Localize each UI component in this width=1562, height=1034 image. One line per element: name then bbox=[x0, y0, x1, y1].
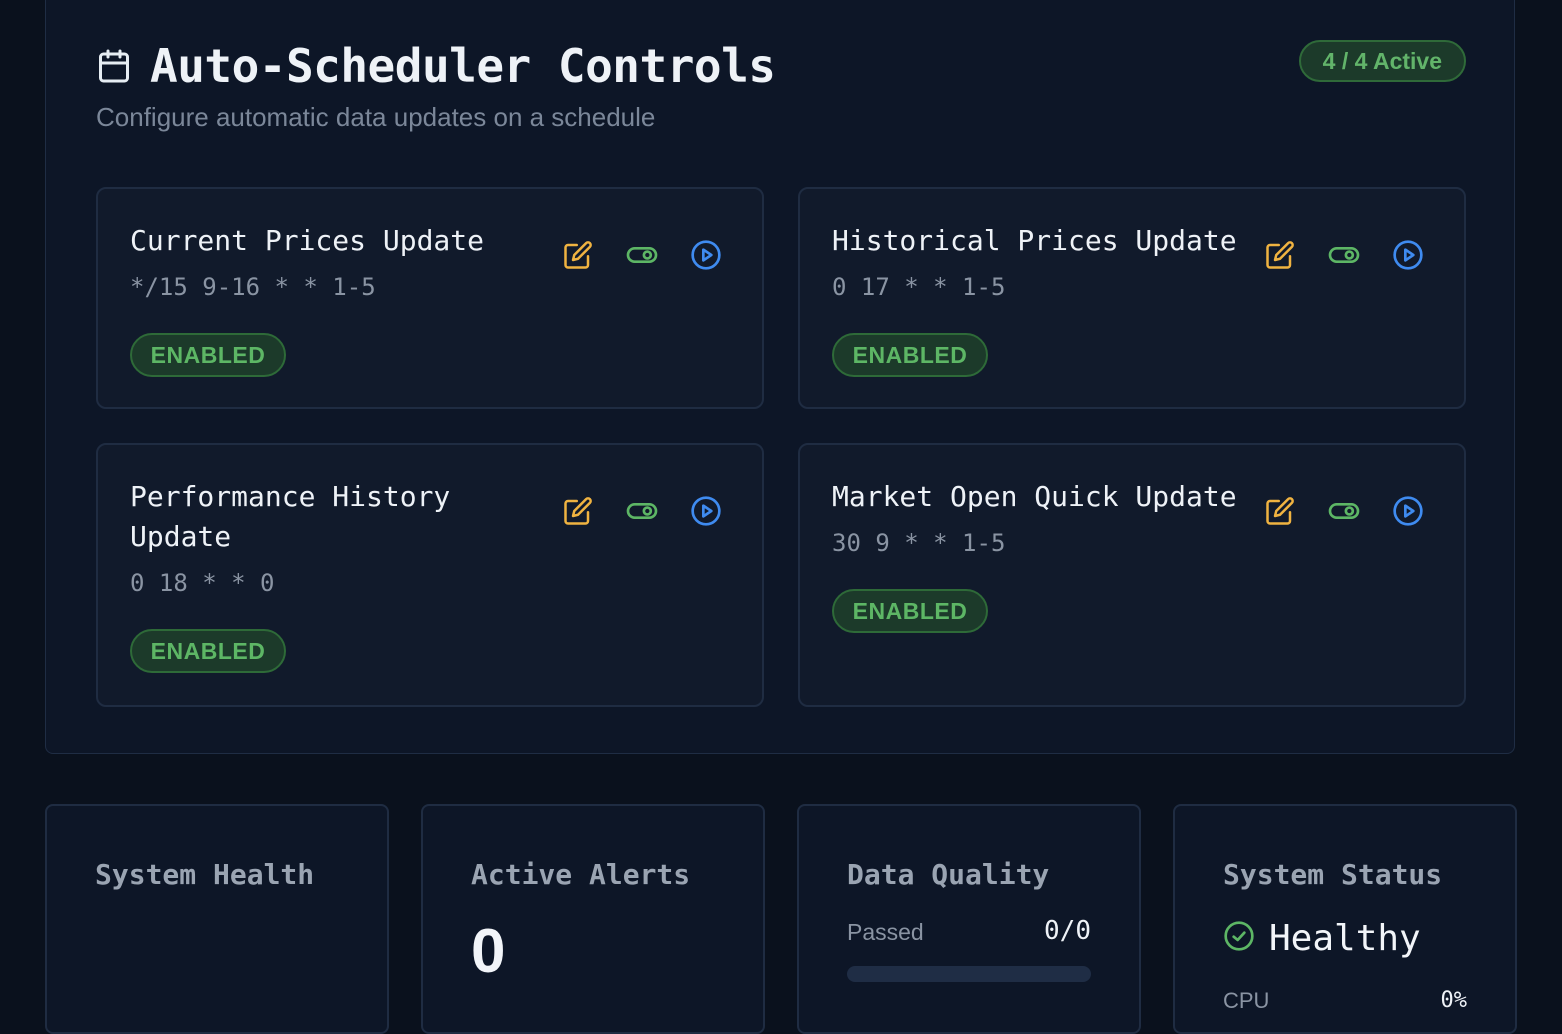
cron-expression: */15 9-16 * * 1-5 bbox=[130, 273, 376, 301]
page-subtitle: Configure automatic data updates on a sc… bbox=[96, 102, 656, 132]
alerts-count: 0 bbox=[471, 917, 506, 986]
run-now-button[interactable] bbox=[688, 239, 724, 275]
toggle-button[interactable] bbox=[1326, 495, 1362, 531]
schedule-card: Current Prices Update */15 9-16 * * 1-5 … bbox=[96, 187, 764, 409]
toggle-icon bbox=[626, 239, 658, 276]
toggle-icon bbox=[1328, 495, 1360, 532]
schedule-card: Market Open Quick Update 30 9 * * 1-5 EN… bbox=[798, 443, 1466, 707]
play-circle-icon bbox=[1392, 239, 1424, 276]
cpu-label: CPU bbox=[1223, 988, 1270, 1013]
edit-icon bbox=[1265, 240, 1295, 275]
system-health-card: System Health bbox=[45, 804, 389, 1034]
card-title: System Status bbox=[1223, 858, 1443, 891]
card-title: System Health bbox=[95, 858, 315, 891]
schedule-card: Historical Prices Update 0 17 * * 1-5 EN… bbox=[798, 187, 1466, 409]
edit-button[interactable] bbox=[560, 239, 596, 275]
check-circle-icon bbox=[1223, 920, 1255, 957]
toggle-button[interactable] bbox=[624, 495, 660, 531]
play-circle-icon bbox=[690, 239, 722, 276]
schedule-name: Current Prices Update bbox=[130, 224, 485, 257]
schedule-name: Historical Prices Update bbox=[832, 224, 1237, 257]
edit-button[interactable] bbox=[1262, 239, 1298, 275]
card-title: Data Quality bbox=[847, 858, 1050, 891]
play-circle-icon bbox=[1392, 495, 1424, 532]
edit-icon bbox=[1265, 496, 1295, 531]
cron-expression: 30 9 * * 1-5 bbox=[832, 529, 1006, 557]
status-badge: ENABLED bbox=[130, 333, 286, 377]
toggle-icon bbox=[626, 495, 658, 532]
edit-icon bbox=[563, 496, 593, 531]
auto-scheduler-panel: Auto-Scheduler Controls Configure automa… bbox=[45, 0, 1515, 754]
system-status-card: System Status Healthy CPU 0% bbox=[1173, 804, 1517, 1034]
active-count-badge: 4 / 4 Active bbox=[1298, 40, 1466, 82]
play-circle-icon bbox=[690, 495, 722, 532]
status-badge: ENABLED bbox=[832, 333, 988, 377]
run-now-button[interactable] bbox=[688, 495, 724, 531]
calendar-icon bbox=[96, 47, 132, 85]
page-title: Auto-Scheduler Controls bbox=[150, 39, 776, 93]
active-alerts-card: Active Alerts 0 bbox=[421, 804, 765, 1034]
schedule-name: Market Open Quick Update bbox=[832, 480, 1237, 513]
toggle-button[interactable] bbox=[624, 239, 660, 275]
toggle-button[interactable] bbox=[1326, 239, 1362, 275]
schedule-card: Performance History Update 0 18 * * 0 EN… bbox=[96, 443, 764, 707]
edit-button[interactable] bbox=[1262, 495, 1298, 531]
quality-progress-bar bbox=[847, 966, 1091, 982]
cron-expression: 0 17 * * 1-5 bbox=[832, 273, 1006, 301]
edit-icon bbox=[563, 240, 593, 275]
schedule-name: Performance History Update bbox=[130, 480, 451, 553]
cron-expression: 0 18 * * 0 bbox=[130, 569, 275, 597]
passed-label: Passed bbox=[847, 919, 924, 945]
run-now-button[interactable] bbox=[1390, 495, 1426, 531]
toggle-icon bbox=[1328, 239, 1360, 276]
cpu-value: 0% bbox=[1440, 988, 1468, 1013]
status-text: Healthy bbox=[1269, 918, 1421, 959]
status-badge: ENABLED bbox=[832, 589, 988, 633]
data-quality-card: Data Quality Passed 0/0 bbox=[797, 804, 1141, 1034]
passed-value: 0/0 bbox=[1044, 916, 1091, 946]
status-badge: ENABLED bbox=[130, 629, 286, 673]
edit-button[interactable] bbox=[560, 495, 596, 531]
run-now-button[interactable] bbox=[1390, 239, 1426, 275]
panel-header: Auto-Scheduler Controls bbox=[96, 39, 776, 93]
card-title: Active Alerts bbox=[471, 858, 691, 891]
